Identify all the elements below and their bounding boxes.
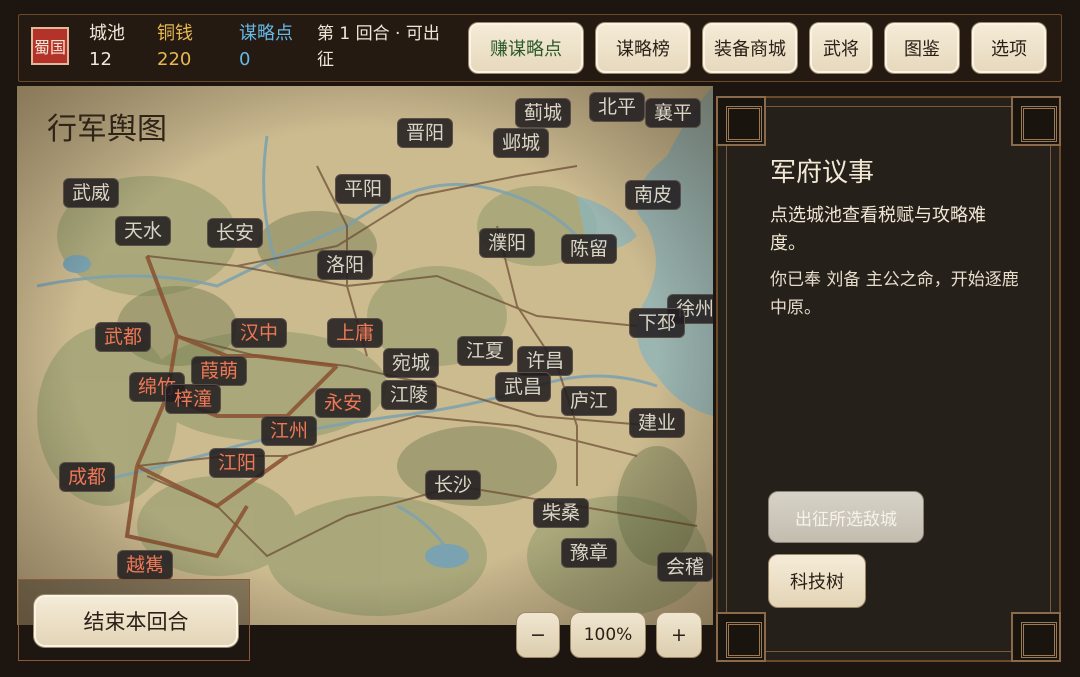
city-邺城[interactable]: 邺城 [493,128,550,158]
city-江阳[interactable]: 江阳 [209,448,266,478]
panel-hint: 点选城池查看税赋与攻略难度。 [770,205,986,254]
strategy-ranking-button[interactable]: 谋略榜 [595,22,691,74]
city-下邳[interactable]: 下邳 [629,308,686,338]
city-濮阳[interactable]: 濮阳 [479,228,536,258]
city-葭萌[interactable]: 葭萌 [191,356,248,386]
coins-value: 220 [157,49,192,70]
city-襄平[interactable]: 襄平 [645,98,702,128]
options-button[interactable]: 选项 [971,22,1047,74]
city-柴桑[interactable]: 柴桑 [533,498,590,528]
game-screen: 蜀国 城池 12 铜钱 220 谋略点 0 第 1 回合 · 可出征 赚谋略点 … [0,0,1080,677]
city-平阳[interactable]: 平阳 [335,174,392,204]
city-越嶲[interactable]: 越嶲 [117,550,174,580]
strategy-stat: 谋略点 0 [239,21,293,73]
city-上庸[interactable]: 上庸 [327,318,384,348]
city-梓潼[interactable]: 梓潼 [165,384,222,414]
march-button[interactable]: 出征所选敌城 [768,491,924,543]
city-武昌[interactable]: 武昌 [495,372,552,402]
city-天水[interactable]: 天水 [115,216,172,246]
corner-ornament-icon [716,612,766,662]
city-庐江[interactable]: 庐江 [561,386,618,416]
faction-badge[interactable]: 蜀国 [31,27,69,65]
campaign-map[interactable]: 行军舆图 蓟城 北平 襄平 晋阳 邺城 平阳 南皮 武威 天水 长安 洛阳 濮阳 陈留 徐州 下邳 武都 汉中上… [17,86,713,625]
panel-title: 军府议事 [770,158,875,188]
equipment-shop-button[interactable]: 装备商城 [702,22,798,74]
top-status-bar: 蜀国 城池 12 铜钱 220 谋略点 0 第 1 回合 · 可出征 赚谋略点 … [18,14,1062,82]
city-江夏[interactable]: 江夏 [457,336,514,366]
city-陈留[interactable]: 陈留 [561,234,618,264]
zoom-in-button[interactable]: + [656,612,702,658]
coins-stat: 铜钱 220 [157,21,193,73]
corner-ornament-icon [1011,612,1061,662]
strategy-label: 谋略点 [239,23,293,44]
strategy-value: 0 [239,49,251,70]
corner-ornament-icon [1011,96,1061,146]
city-宛城[interactable]: 宛城 [383,348,440,378]
city-武都[interactable]: 武都 [95,322,152,352]
cities-value: 12 [89,49,112,70]
tech-tree-button[interactable]: 科技树 [768,554,866,608]
zoom-out-button[interactable]: − [516,612,560,658]
city-成都[interactable]: 成都 [59,462,116,492]
city-长安[interactable]: 长安 [207,218,264,248]
city-蓟城[interactable]: 蓟城 [515,98,572,128]
city-北平[interactable]: 北平 [589,92,646,122]
turn-indicator: 第 1 回合 · 可出征 [317,24,440,70]
generals-button[interactable]: 武将 [809,22,873,74]
city-豫章[interactable]: 豫章 [561,538,618,568]
panel-message: 你已奉 刘备 主公之命，开始逐鹿中原。 [770,270,1019,318]
council-panel: 军府议事 点选城池查看税赋与攻略难度。 你已奉 刘备 主公之命，开始逐鹿中原。 … [716,96,1061,662]
city-永安[interactable]: 永安 [315,388,372,418]
map-title: 行军舆图 [47,112,167,147]
city-会稽[interactable]: 会稽 [657,552,713,582]
earn-strategy-button[interactable]: 赚谋略点 [468,22,584,74]
city-晋阳[interactable]: 晋阳 [397,118,454,148]
coins-label: 铜钱 [157,23,193,44]
city-建业[interactable]: 建业 [629,408,686,438]
corner-ornament-icon [716,96,766,146]
city-洛阳[interactable]: 洛阳 [317,250,374,280]
city-汉中[interactable]: 汉中 [231,318,288,348]
city-江陵[interactable]: 江陵 [381,380,438,410]
atlas-button[interactable]: 图鉴 [884,22,960,74]
end-turn-button[interactable]: 结束本回合 [33,594,239,648]
city-长沙[interactable]: 长沙 [425,470,482,500]
cities-label: 城池 [89,23,125,44]
cities-stat: 城池 12 [89,21,125,73]
city-江州[interactable]: 江州 [261,416,318,446]
city-南皮[interactable]: 南皮 [625,180,682,210]
city-武威[interactable]: 武威 [63,178,120,208]
zoom-level[interactable]: 100% [570,612,646,658]
